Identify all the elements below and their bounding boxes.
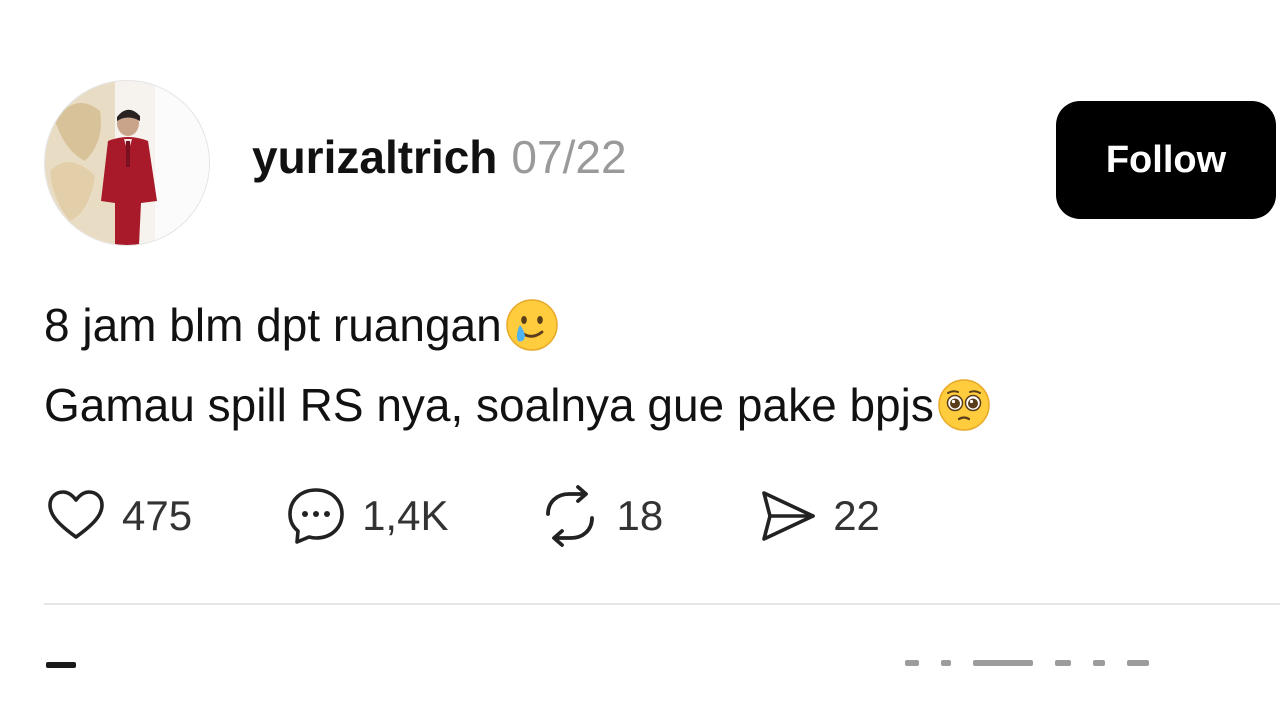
share-button[interactable]: 22 — [755, 484, 880, 548]
post-body: 8 jam blm dpt ruangan Gamau spill RS nya… — [44, 285, 992, 445]
comment-bubble-icon — [288, 488, 344, 544]
repost-icon — [546, 485, 595, 547]
like-count: 475 — [122, 492, 193, 539]
post-date: 07/22 — [511, 131, 627, 183]
follow-button[interactable]: Follow — [1056, 101, 1276, 219]
post-card: yurizaltrich 07/22 Follow 8 jam blm dpt … — [0, 0, 1280, 720]
post-text-line-2: Gamau spill RS nya, soalnya gue pake bpj… — [44, 365, 992, 445]
smiling-face-with-tear-icon — [505, 299, 558, 351]
avatar[interactable] — [44, 80, 210, 246]
post-text-line-1: 8 jam blm dpt ruangan — [44, 285, 992, 365]
like-button[interactable]: 475 — [44, 484, 192, 548]
post-header: yurizaltrich 07/22 — [252, 130, 627, 194]
next-section-peek — [46, 662, 76, 668]
heart-icon — [48, 490, 104, 539]
post-text: Gamau spill RS nya, soalnya gue pake bpj… — [44, 379, 934, 431]
share-count: 22 — [833, 492, 880, 539]
repost-count: 18 — [616, 492, 664, 539]
repost-button[interactable]: 18 — [538, 484, 663, 548]
username[interactable]: yurizaltrich — [252, 130, 497, 184]
divider — [44, 603, 1280, 605]
avatar-photo — [45, 81, 209, 245]
post-actions: 475 1,4K 18 22 — [44, 484, 880, 548]
comment-count: 1,4K — [362, 492, 449, 539]
next-section-link-peek — [905, 660, 1205, 668]
pleading-face-icon — [938, 379, 990, 431]
comment-button[interactable]: 1,4K — [284, 484, 448, 548]
post-text: 8 jam blm dpt ruangan — [44, 299, 502, 351]
send-icon — [762, 491, 816, 541]
